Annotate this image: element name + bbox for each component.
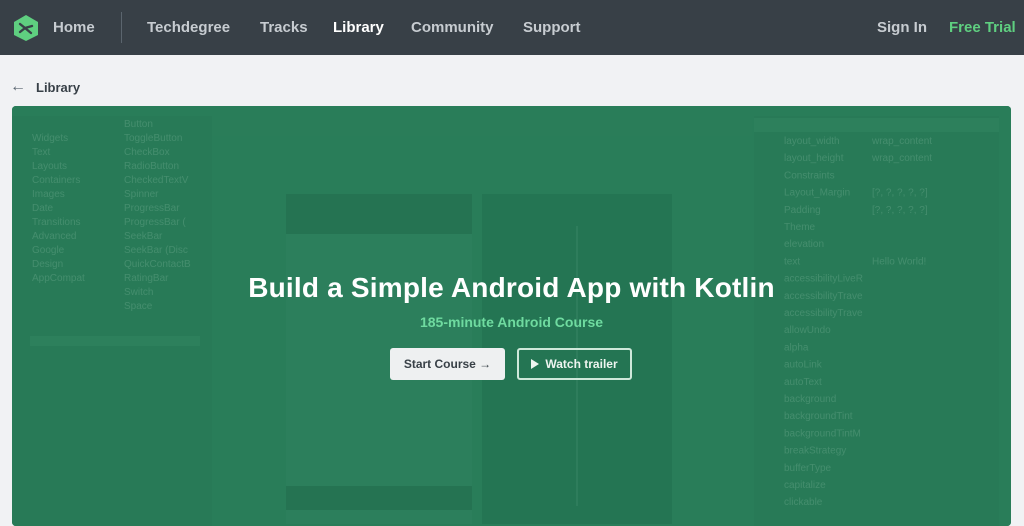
play-icon — [531, 359, 540, 369]
nav-divider — [121, 12, 122, 43]
hero-content: Build a Simple Android App with Kotlin 1… — [12, 106, 1011, 526]
breadcrumb-label: Library — [36, 79, 81, 95]
course-title: Build a Simple Android App with Kotlin — [248, 272, 775, 303]
course-hero: WidgetsTextLayoutsContainersImagesDateTr… — [12, 106, 1011, 526]
nav-support-link[interactable]: Support — [523, 0, 581, 55]
watch-trailer-button[interactable]: Watch trailer — [517, 348, 632, 380]
nav-home-link[interactable]: Home — [53, 0, 95, 55]
breadcrumb[interactable]: ← Library — [10, 77, 80, 97]
arrow-left-icon: ← — [10, 78, 26, 95]
start-course-button[interactable]: Start Course → — [390, 348, 505, 380]
sign-in-link[interactable]: Sign In — [877, 0, 927, 55]
nav-community-link[interactable]: Community — [411, 0, 494, 55]
free-trial-link[interactable]: Free Trial — [949, 0, 1016, 55]
treehouse-logo-icon[interactable] — [12, 14, 40, 42]
nav-techdegree-link[interactable]: Techdegree — [147, 0, 230, 55]
nav-library-link[interactable]: Library — [333, 0, 384, 55]
watch-trailer-label: Watch trailer — [545, 357, 618, 371]
top-nav: Home Techdegree Tracks Library Community… — [0, 0, 1024, 55]
course-subtitle: 185-minute Android Course — [419, 314, 604, 330]
nav-tracks-link[interactable]: Tracks — [260, 0, 308, 55]
